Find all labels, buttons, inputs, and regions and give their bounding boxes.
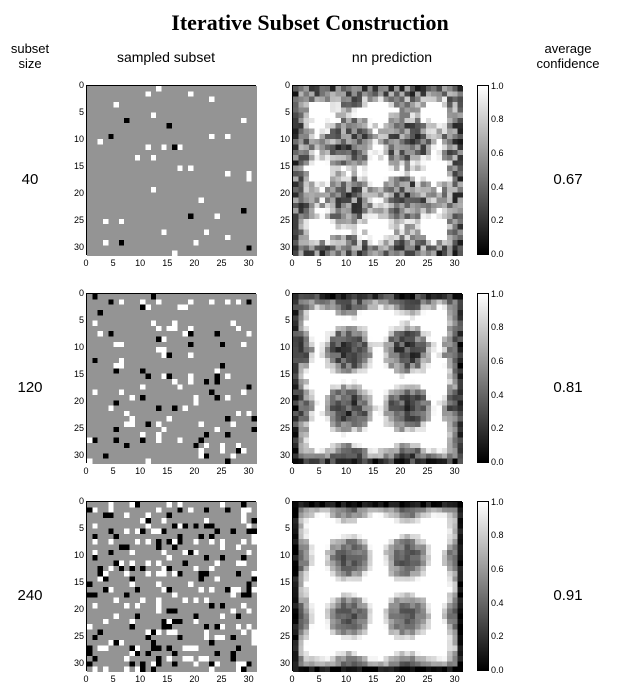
sampled-subset-heatmap: [87, 294, 257, 464]
colorbar: 1.00.80.60.40.20.0: [473, 85, 512, 260]
colorbar: 1.00.80.60.40.20.0: [473, 501, 512, 676]
sampled-subset-panel: 051015202530051015202530: [66, 80, 266, 280]
average-confidence-value: 0.67: [553, 171, 582, 188]
figure-grid: subsetsize sampled subset nn prediction …: [0, 42, 620, 696]
figure-iterative-subset: Iterative Subset Construction subsetsize…: [0, 0, 620, 696]
nn-prediction-heatmap: [293, 86, 463, 256]
header-nn-prediction: nn prediction: [352, 49, 432, 65]
subset-size-value: 40: [22, 171, 39, 188]
average-confidence-value: 0.91: [553, 587, 582, 604]
header-avg-confidence: averageconfidence: [537, 42, 600, 72]
header-sampled-subset: sampled subset: [117, 49, 215, 65]
nn-prediction-heatmap: [293, 294, 463, 464]
subset-size-value: 120: [17, 379, 42, 396]
sampled-subset-heatmap: [87, 502, 257, 672]
nn-prediction-panel: 051015202530051015202530: [272, 80, 467, 280]
subset-size-value: 240: [17, 587, 42, 604]
sampled-subset-heatmap: [87, 86, 257, 256]
sampled-subset-panel: 051015202530051015202530: [66, 288, 266, 488]
figure-title: Iterative Subset Construction: [0, 10, 620, 36]
nn-prediction-panel: 051015202530051015202530: [272, 288, 467, 488]
average-confidence-value: 0.81: [553, 379, 582, 396]
header-subset-size: subsetsize: [11, 42, 49, 72]
nn-prediction-heatmap: [293, 502, 463, 672]
colorbar: 1.00.80.60.40.20.0: [473, 293, 512, 468]
